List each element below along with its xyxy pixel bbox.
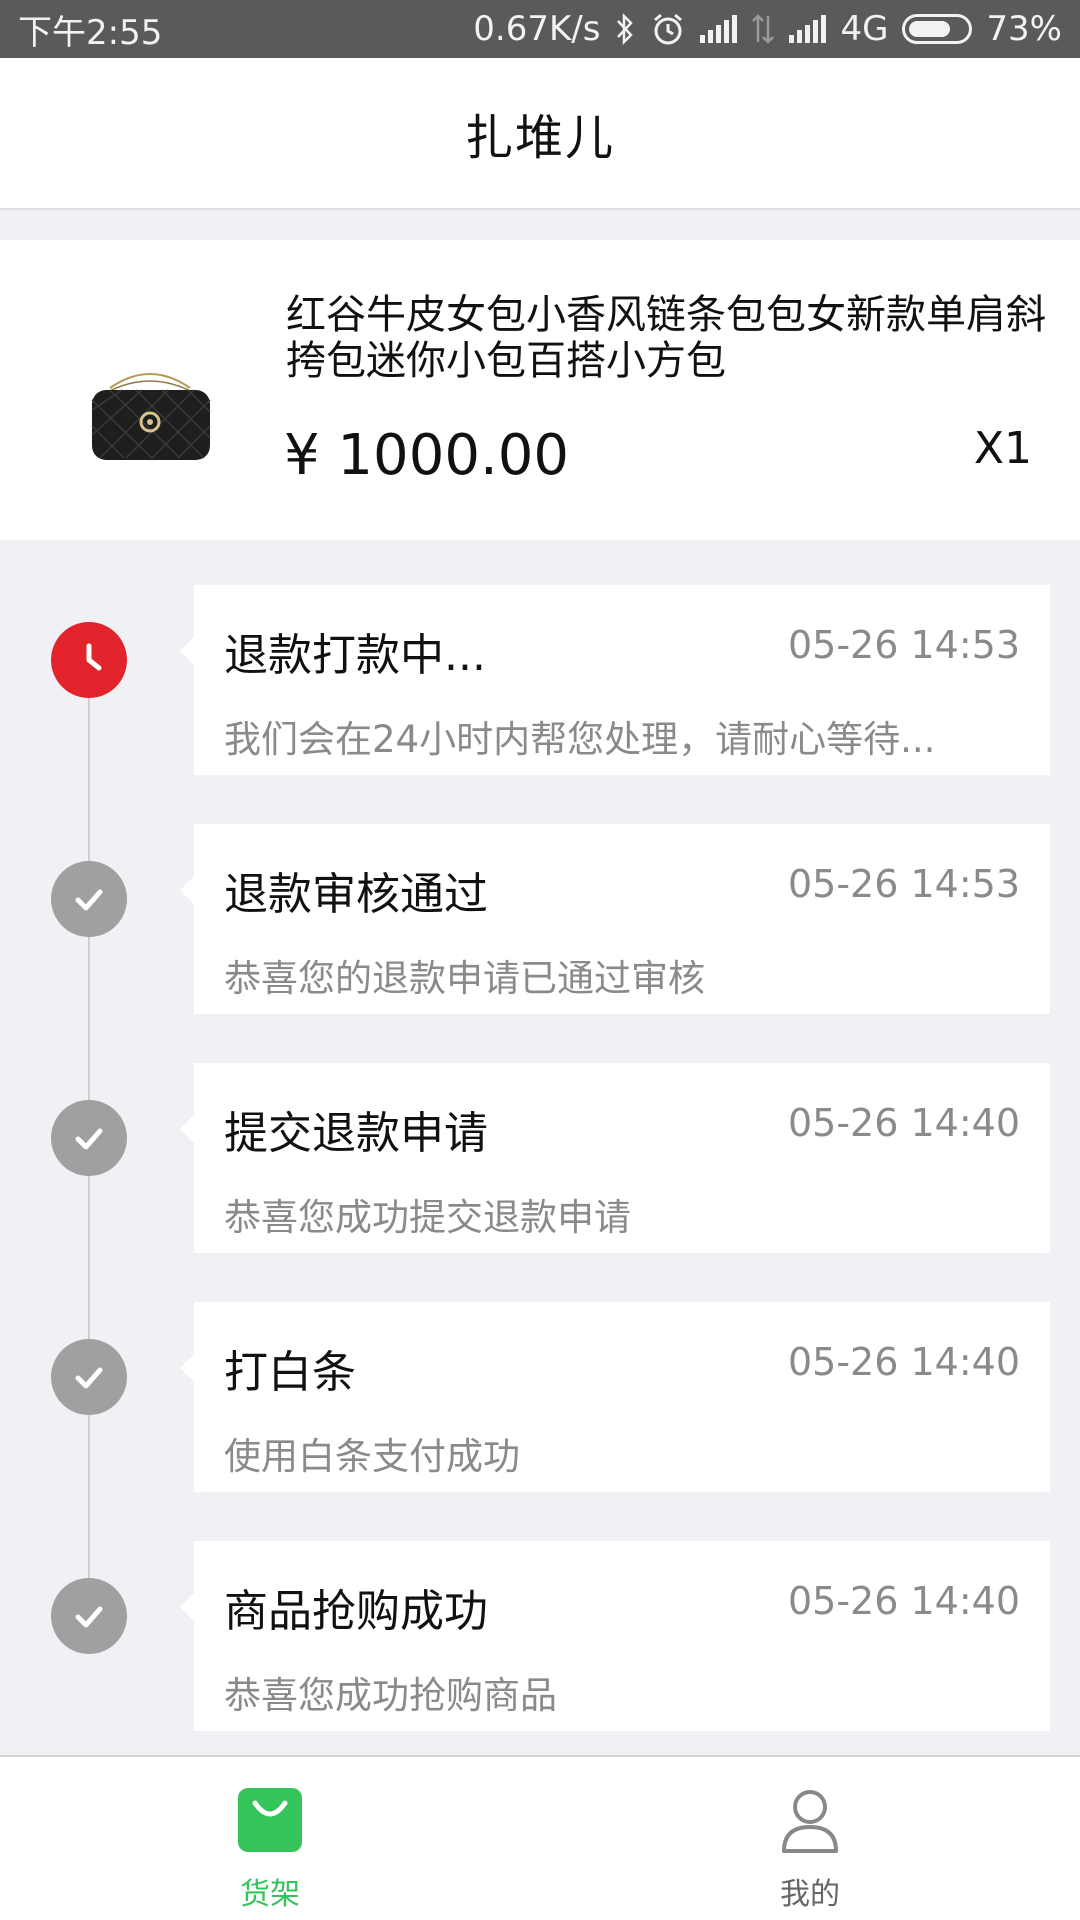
net-speed: 0.67K/s [473, 9, 601, 49]
signal-icon-2 [789, 15, 827, 43]
timeline-item: 打白条 05-26 14:40 使用白条支付成功 [0, 1302, 1080, 1492]
timeline-time: 05-26 14:40 [787, 1579, 1020, 1623]
product-name: 红谷牛皮女包小香风链条包包女新款单肩斜挎包迷你小包百搭小方包 [286, 292, 1046, 384]
data-transfer-icon [751, 9, 775, 49]
timeline-item: 退款审核通过 05-26 14:53 恭喜您的退款申请已通过审核 [0, 824, 1080, 1014]
timeline-time: 05-26 14:53 [787, 623, 1020, 667]
timeline-title: 退款打款中... [224, 630, 486, 681]
timeline-card: 退款打款中... 05-26 14:53 我们会在24小时内帮您处理，请耐心等待… [180, 585, 1050, 775]
battery-percent: 73% [986, 9, 1062, 49]
tab-shelf[interactable]: 货架 [0, 1757, 540, 1920]
check-icon [51, 1100, 127, 1176]
timeline-card: 退款审核通过 05-26 14:53 恭喜您的退款申请已通过审核 [180, 824, 1050, 1014]
page-title: 扎堆儿 [464, 110, 615, 166]
timeline-time: 05-26 14:40 [787, 1340, 1020, 1384]
product-image [80, 360, 220, 470]
timeline-desc: 恭喜您成功抢购商品 [224, 1674, 557, 1717]
timeline-title: 退款审核通过 [224, 869, 488, 920]
timeline-time: 05-26 14:53 [787, 862, 1020, 906]
timeline-title: 商品抢购成功 [224, 1586, 488, 1637]
timeline-desc: 我们会在24小时内帮您处理，请耐心等待... [224, 718, 936, 761]
signal-icon [700, 15, 738, 43]
network-type: 4G [840, 9, 889, 49]
shopping-bag-icon [235, 1785, 305, 1855]
check-icon [51, 1578, 127, 1654]
tab-label: 我的 [780, 1877, 840, 1912]
timeline-desc: 使用白条支付成功 [224, 1435, 520, 1478]
timeline-card: 提交退款申请 05-26 14:40 恭喜您成功提交退款申请 [180, 1063, 1050, 1253]
clock-icon [51, 622, 127, 698]
check-icon [51, 1339, 127, 1415]
product-quantity: X1 [973, 423, 1032, 474]
product-card[interactable]: 红谷牛皮女包小香风链条包包女新款单肩斜挎包迷你小包百搭小方包 ¥ 1000.00… [0, 240, 1080, 540]
check-icon [51, 861, 127, 937]
timeline-card: 打白条 05-26 14:40 使用白条支付成功 [180, 1302, 1050, 1492]
bluetooth-icon [614, 9, 636, 49]
timeline-title: 打白条 [224, 1347, 356, 1398]
battery-icon [902, 14, 973, 44]
timeline-desc: 恭喜您成功提交退款申请 [224, 1196, 631, 1239]
timeline-item: 退款打款中... 05-26 14:53 我们会在24小时内帮您处理，请耐心等待… [0, 585, 1080, 775]
timeline-desc: 恭喜您的退款申请已通过审核 [224, 957, 705, 1000]
timeline-card: 商品抢购成功 05-26 14:40 恭喜您成功抢购商品 [180, 1541, 1050, 1731]
status-right: 0.67K/s 4G 73% [473, 9, 1062, 49]
bottom-tab-bar: 货架 我的 [0, 1755, 1080, 1920]
product-price: ¥ 1000.00 [284, 423, 570, 488]
status-time: 下午2:55 [18, 12, 163, 53]
tab-label: 货架 [240, 1877, 300, 1912]
timeline-item: 提交退款申请 05-26 14:40 恭喜您成功提交退款申请 [0, 1063, 1080, 1253]
status-bar: 下午2:55 0.67K/s 4G 73% [0, 0, 1080, 58]
timeline-item: 商品抢购成功 05-26 14:40 恭喜您成功抢购商品 [0, 1541, 1080, 1731]
user-icon [775, 1785, 845, 1855]
alarm-icon [650, 9, 686, 49]
timeline-time: 05-26 14:40 [787, 1101, 1020, 1145]
tab-mine[interactable]: 我的 [540, 1757, 1080, 1920]
app-header: 扎堆儿 [0, 58, 1080, 210]
timeline-title: 提交退款申请 [224, 1108, 488, 1159]
